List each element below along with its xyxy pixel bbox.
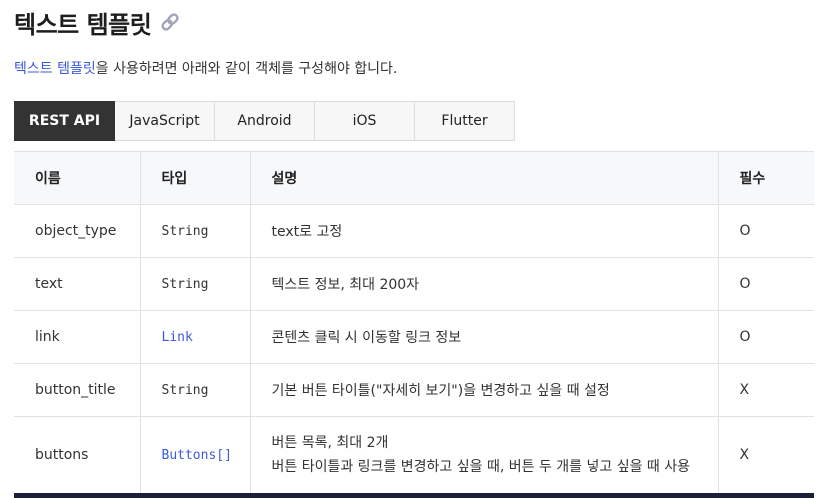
tab-rest-api[interactable]: REST API <box>14 101 115 141</box>
table-row: text String 텍스트 정보, 최대 200자 O <box>14 257 814 311</box>
table-header-row: 이름 타입 설명 필수 <box>14 151 814 205</box>
cell-description: 콘텐츠 클릭 시 이동할 링크 정보 <box>249 310 718 364</box>
cell-required: O <box>717 204 814 258</box>
cell-description: 텍스트 정보, 최대 200자 <box>249 257 718 311</box>
bottom-bar <box>14 493 814 498</box>
intro-link[interactable]: 텍스트 템플릿 <box>14 61 96 77</box>
cell-name: link <box>14 310 140 364</box>
table-row: buttons Buttons[] 버튼 목록, 최대 2개 버튼 타이틀과 링… <box>14 416 814 494</box>
cell-required: O <box>717 310 814 364</box>
cell-required: O <box>717 257 814 311</box>
tab-flutter[interactable]: Flutter <box>415 101 515 141</box>
cell-type: String <box>139 363 250 417</box>
cell-name: button_title <box>14 363 140 417</box>
cell-description: text로 고정 <box>249 204 718 258</box>
description-line: 버튼 타이틀과 링크를 변경하고 싶을 때, 버튼 두 개를 넣고 싶을 때 사… <box>271 459 691 475</box>
cell-type-link[interactable]: Buttons[] <box>139 416 250 494</box>
table-row: link Link 콘텐츠 클릭 시 이동할 링크 정보 O <box>14 310 814 364</box>
header-description: 설명 <box>249 151 718 205</box>
tab-android[interactable]: Android <box>215 101 315 141</box>
description-line: 버튼 목록, 최대 2개 <box>271 435 389 451</box>
cell-name: object_type <box>14 204 140 258</box>
header-type: 타입 <box>139 151 250 205</box>
intro-rest: 을 사용하려면 아래와 같이 객체를 구성해야 합니다. <box>95 61 398 77</box>
link-icon[interactable] <box>159 11 181 33</box>
tab-bar: REST API JavaScript Android iOS Flutter <box>14 101 515 141</box>
cell-type: String <box>139 204 250 258</box>
page-title: 텍스트 템플릿 <box>14 10 152 39</box>
header-required: 필수 <box>717 151 814 205</box>
cell-type-link[interactable]: Link <box>139 310 250 364</box>
cell-description: 버튼 목록, 최대 2개 버튼 타이틀과 링크를 변경하고 싶을 때, 버튼 두… <box>249 416 718 494</box>
cell-name: text <box>14 257 140 311</box>
header-name: 이름 <box>14 151 140 205</box>
parameter-table: 이름 타입 설명 필수 object_type String text로 고정 … <box>14 151 814 494</box>
tab-ios[interactable]: iOS <box>315 101 415 141</box>
cell-name: buttons <box>14 416 140 494</box>
page-title-row: 텍스트 템플릿 <box>14 4 181 40</box>
cell-required: X <box>717 416 814 494</box>
cell-type: String <box>139 257 250 311</box>
table-row: object_type String text로 고정 O <box>14 204 814 258</box>
intro-text: 텍스트 템플릿을 사용하려면 아래와 같이 객체를 구성해야 합니다. <box>14 58 397 78</box>
cell-required: X <box>717 363 814 417</box>
table-row: button_title String 기본 버튼 타이틀("자세히 보기")을… <box>14 363 814 417</box>
cell-description: 기본 버튼 타이틀("자세히 보기")을 변경하고 싶을 때 설정 <box>249 363 718 417</box>
tab-javascript[interactable]: JavaScript <box>115 101 215 141</box>
